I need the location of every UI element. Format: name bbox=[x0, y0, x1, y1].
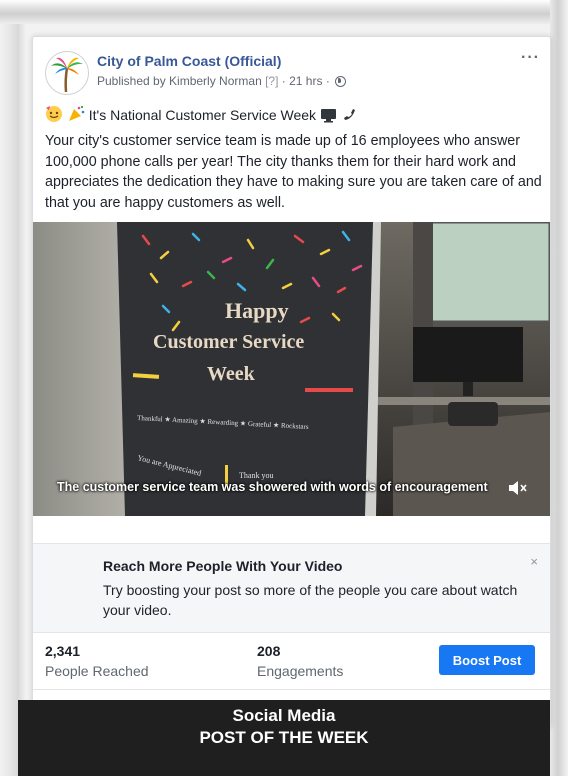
people-reached-value: 2,341 bbox=[45, 643, 81, 659]
video-frame: Happy Customer Service Week Thankful ★ A… bbox=[33, 222, 550, 516]
published-by-link[interactable]: Published by Kimberly Norman bbox=[97, 74, 262, 88]
party-face-emoji-icon bbox=[45, 105, 63, 126]
post-headline: It's National Customer Service Week bbox=[45, 105, 358, 126]
boost-promo-box: Reach More People With Your Video Try bo… bbox=[33, 543, 550, 633]
post-insights: 2,341 People Reached 208 Engagements Boo… bbox=[33, 633, 550, 690]
photo-frame-right-edge bbox=[550, 0, 568, 776]
post-meta: Published by Kimberly Norman [?] · 21 hr… bbox=[97, 74, 347, 88]
promo-text: Try boosting your post so more of the pe… bbox=[103, 582, 518, 618]
banner-line-1: Social Media bbox=[232, 706, 336, 725]
poster-line-2: Customer Service bbox=[153, 331, 304, 353]
poster-line-1: Happy bbox=[225, 298, 289, 323]
globe-icon[interactable] bbox=[335, 76, 347, 87]
promo-title: Reach More People With Your Video bbox=[103, 558, 343, 574]
post-timestamp[interactable]: 21 hrs bbox=[289, 74, 322, 88]
party-popper-emoji-icon bbox=[67, 105, 85, 126]
post-body-text: Your city's customer service team is mad… bbox=[45, 133, 542, 211]
facebook-post-card: City of Palm Coast (Official) Published … bbox=[32, 36, 551, 728]
close-icon[interactable]: × bbox=[530, 554, 538, 569]
photo-frame-top-edge bbox=[0, 0, 568, 24]
help-marker[interactable]: [?] bbox=[265, 74, 278, 88]
page-avatar[interactable] bbox=[45, 51, 89, 95]
page-name-link[interactable]: City of Palm Coast (Official) bbox=[97, 53, 281, 69]
engagements-value: 208 bbox=[257, 643, 281, 659]
poster-bottom-2: Thank you bbox=[239, 471, 273, 480]
engagements-label: Engagements bbox=[257, 663, 344, 679]
people-reached-label: People Reached bbox=[45, 663, 149, 679]
post-header: City of Palm Coast (Official) Published … bbox=[45, 49, 540, 95]
telephone-emoji-icon bbox=[342, 107, 358, 126]
video-player[interactable]: Happy Customer Service Week Thankful ★ A… bbox=[33, 222, 550, 516]
poster-line-3: Week bbox=[207, 363, 256, 385]
headline-text: It's National Customer Service Week bbox=[88, 107, 317, 123]
post-of-the-week-banner: Social Media POST OF THE WEEK bbox=[18, 700, 550, 776]
computer-emoji-icon bbox=[320, 107, 338, 126]
more-options-icon[interactable]: ··· bbox=[521, 50, 540, 66]
banner-line-2: POST OF THE WEEK bbox=[199, 728, 369, 747]
palm-tree-logo-icon bbox=[47, 53, 87, 93]
video-caption: The customer service team was showered w… bbox=[57, 480, 488, 494]
boost-post-button[interactable]: Boost Post bbox=[439, 645, 535, 675]
